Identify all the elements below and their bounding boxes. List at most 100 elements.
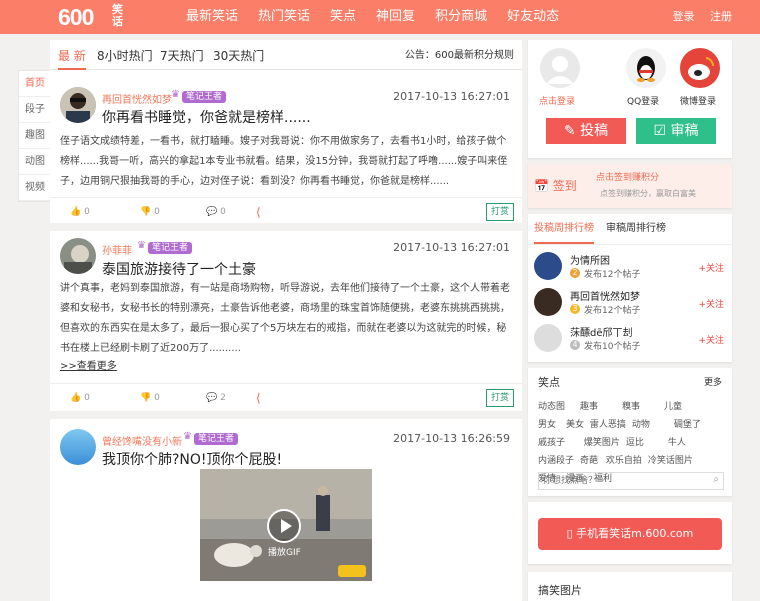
ranking-user: 再回首恍然如梦 3 发布12个帖子 +关注 — [534, 286, 726, 320]
tag[interactable]: 男女 — [538, 417, 566, 430]
submit-button[interactable]: ✎ 投稿 — [546, 118, 626, 144]
qq-login-link[interactable]: QQ登录 — [627, 94, 659, 107]
tag[interactable]: 雷人恶搞 — [590, 417, 628, 430]
tag[interactable]: 儿童 — [664, 399, 702, 412]
weibo-login-link[interactable]: 微博登录 — [680, 94, 716, 107]
post-time: 2017-10-13 16:27:01 — [393, 90, 510, 103]
crown-icon: ♛ — [171, 89, 180, 100]
review-button[interactable]: ☑ 审稿 — [636, 118, 716, 144]
tab-8h-hot[interactable]: 8小时热门 — [97, 40, 153, 70]
like-button[interactable]: 👍 0 — [70, 384, 90, 412]
post-card: 再回首恍然如梦 ♛ 笔记王者 2017-10-13 16:27:01 你再看书睡… — [50, 71, 522, 229]
tag[interactable]: 戚孩子 — [538, 435, 576, 448]
post-author[interactable]: 孙菲菲 — [102, 242, 132, 257]
play-icon[interactable] — [267, 509, 301, 543]
follow-button[interactable]: +关注 — [698, 297, 724, 310]
nav-hot[interactable]: 热门笑话 — [258, 0, 310, 34]
nav-laugh-points[interactable]: 笑点 — [330, 0, 356, 34]
tag[interactable]: 逗比 — [626, 435, 664, 448]
search-icon[interactable]: ⌕ — [713, 474, 719, 485]
right-sidebar: 点击登录 QQ登录 微博登录 ✎ 投稿 ☑ 审稿 📅 签到 点击签到赚积分 点签… — [528, 40, 732, 601]
dislike-button[interactable]: 👎 0 — [140, 198, 160, 226]
thumbs-up-icon: 👍 — [70, 207, 82, 217]
side-nav: 首页 段子 趣图 动图 视频 — [18, 70, 52, 202]
user-name[interactable]: 再回首恍然如梦 — [570, 288, 640, 303]
post-author[interactable]: 再回首恍然如梦 — [102, 91, 172, 106]
comment-button[interactable]: 💬 2 — [206, 384, 226, 412]
tag[interactable]: 趣事 — [580, 399, 618, 412]
tag[interactable]: 奇葩 — [580, 453, 602, 466]
avatar[interactable] — [60, 429, 96, 465]
tab-review-ranking[interactable]: 审稿周排行榜 — [606, 214, 666, 244]
funny-pics-box: 搞笑图片 — [528, 572, 732, 601]
default-avatar-icon[interactable] — [540, 48, 580, 88]
register-link[interactable]: 注册 — [710, 10, 732, 23]
share-icon[interactable]: ⟨ — [256, 198, 261, 226]
weibo-icon[interactable] — [680, 48, 720, 88]
comment-icon: 💬 — [206, 393, 218, 403]
side-item-pics[interactable]: 趣图 — [19, 123, 51, 149]
logo[interactable]: 600 笑话 — [58, 3, 123, 31]
nav-friends[interactable]: 好友动态 — [507, 0, 559, 34]
tag[interactable]: 糗事 — [622, 399, 660, 412]
tag[interactable]: 爆笑图片 — [584, 435, 622, 448]
tab-submit-ranking[interactable]: 投稿周排行榜 — [534, 214, 594, 244]
tags-more-link[interactable]: 更多 — [704, 375, 722, 388]
nav-god-replies[interactable]: 神回复 — [376, 0, 415, 34]
avatar[interactable] — [534, 324, 562, 352]
rank-number: 2 — [570, 268, 580, 278]
mobile-button[interactable]: ▯ 手机看笑话m.600.com — [538, 518, 722, 550]
gif-thumbnail[interactable]: 播放GIF — [200, 469, 372, 581]
notice-link[interactable]: 公告：600最新积分规则 — [405, 40, 514, 72]
checkin-title[interactable]: 点击签到赚积分 — [596, 170, 659, 183]
tags-box: 笑点 更多 动态图 趣事 糗事 儿童男女 美女 雷人恶搞 动物 碉堡了戚孩子 爆笑图片 逗比牛… — [528, 368, 732, 496]
tag[interactable]: 碉堡了 — [674, 417, 712, 430]
share-icon[interactable]: ⟨ — [256, 384, 261, 412]
tab-latest[interactable]: 最 新 — [58, 40, 86, 70]
tag[interactable]: 牛人 — [668, 435, 694, 448]
user-name[interactable]: 莯醥dē邤丅刦 — [570, 324, 633, 339]
dislike-button[interactable]: 👎 0 — [140, 384, 160, 412]
post-time: 2017-10-13 16:27:01 — [393, 241, 510, 254]
avatar[interactable] — [534, 252, 562, 280]
nav-points-mall[interactable]: 积分商城 — [435, 0, 487, 34]
search-input[interactable] — [539, 473, 699, 489]
post-title[interactable]: 我顶你个肺?NO!顶你个屁股! — [102, 449, 282, 469]
click-login-link[interactable]: 点击登录 — [539, 94, 575, 107]
reward-button[interactable]: 打赏 — [485, 389, 514, 407]
tab-7d-hot[interactable]: 7天热门 — [160, 40, 204, 70]
user-posts: 发布10个帖子 — [584, 342, 641, 352]
avatar[interactable] — [60, 87, 96, 123]
side-item-gifs[interactable]: 动图 — [19, 149, 51, 175]
tag[interactable]: 欢乐自拍 — [606, 453, 644, 466]
checkin-button[interactable]: 📅 签到 — [534, 172, 577, 200]
tag[interactable]: 动物 — [632, 417, 670, 430]
like-button[interactable]: 👍 0 — [70, 198, 90, 226]
tag[interactable]: 动态图 — [538, 399, 576, 412]
follow-button[interactable]: +关注 — [698, 333, 724, 346]
side-item-jokes[interactable]: 段子 — [19, 97, 51, 123]
tab-30d-hot[interactable]: 30天热门 — [213, 40, 264, 70]
post-author[interactable]: 曾经馋嘴没有小新 — [102, 433, 182, 448]
qq-icon[interactable] — [626, 48, 666, 88]
post-title[interactable]: 你再看书睡觉，你爸就是榜样...... — [102, 107, 311, 127]
tag[interactable]: 美女 — [566, 417, 586, 430]
user-photo-icon — [60, 238, 96, 274]
thumbs-up-icon: 👍 — [70, 393, 82, 403]
side-item-home[interactable]: 首页 — [19, 71, 51, 97]
login-link[interactable]: 登录 — [673, 10, 695, 23]
nav-latest[interactable]: 最新笑话 — [186, 0, 238, 34]
read-more-link[interactable]: >>查看更多 — [60, 357, 117, 372]
follow-button[interactable]: +关注 — [698, 261, 724, 274]
comment-button[interactable]: 💬 0 — [206, 198, 226, 226]
side-item-videos[interactable]: 视频 — [19, 175, 51, 201]
tag[interactable]: 内涵段子 — [538, 453, 576, 466]
user-name[interactable]: 为情所困 — [570, 252, 610, 267]
crown-icon: ♛ — [137, 240, 146, 251]
reward-button[interactable]: 打赏 — [485, 203, 514, 221]
avatar[interactable] — [534, 288, 562, 316]
checkin-box: 📅 签到 点击签到赚积分 点签到赚积分，赢取白富美 — [528, 164, 732, 208]
avatar[interactable] — [60, 238, 96, 274]
post-title[interactable]: 泰国旅游接待了一个土豪 — [102, 259, 256, 279]
tag[interactable]: 冷笑话图片 — [648, 453, 700, 466]
